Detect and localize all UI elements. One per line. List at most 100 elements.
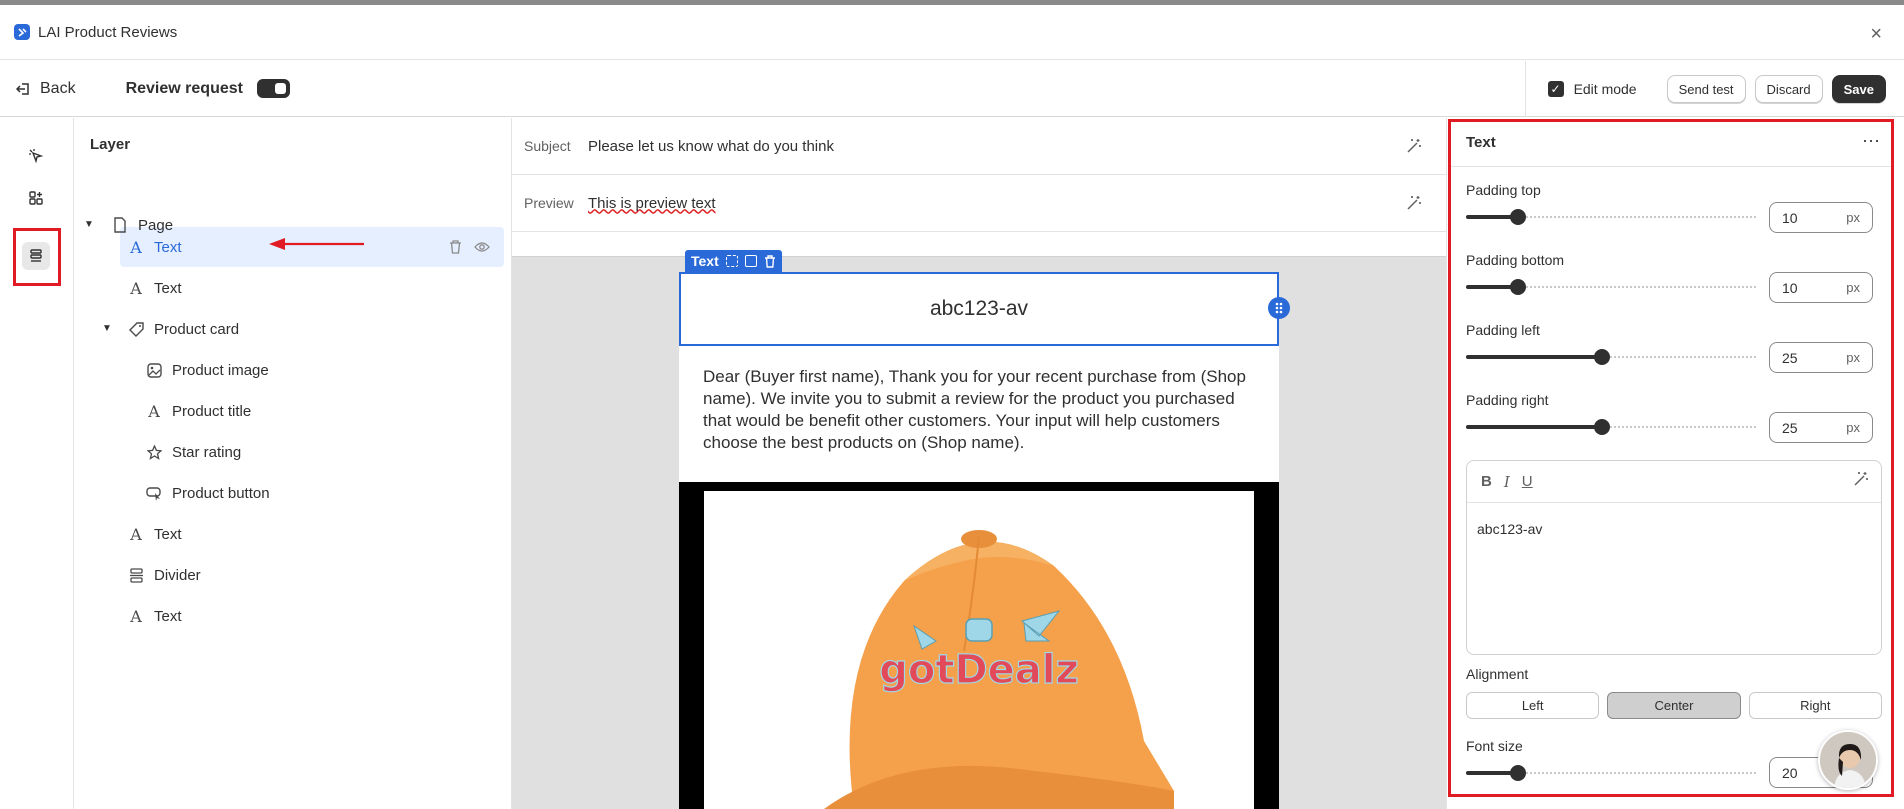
padding-bottom-slider[interactable] — [1466, 279, 1756, 295]
back-label: Back — [40, 79, 76, 97]
send-test-button[interactable]: Send test — [1666, 75, 1746, 103]
magic-wand-icon[interactable] — [1406, 138, 1422, 154]
panel-divider — [1451, 166, 1891, 167]
magic-wand-icon[interactable] — [1853, 471, 1869, 487]
save-button[interactable]: Save — [1831, 75, 1886, 103]
panel-title: Text — [1466, 134, 1496, 151]
font-size-value: 20 — [1782, 764, 1798, 781]
selected-block-label: Text — [691, 253, 719, 269]
back-arrow-icon — [16, 82, 29, 95]
logo-text: gotDealz — [879, 647, 1079, 693]
tag-icon — [126, 321, 146, 337]
padding-bottom-input[interactable]: 10 px — [1769, 272, 1873, 303]
annotation-arrow — [269, 238, 364, 250]
layer-item-text[interactable]: A Text — [126, 596, 182, 636]
font-size-slider[interactable] — [1466, 765, 1756, 781]
slider-thumb[interactable] — [1510, 279, 1526, 295]
slider-thumb[interactable] — [1510, 209, 1526, 225]
subject-input[interactable]: Please let us know what do you think — [588, 138, 834, 155]
editor-toolbar: Back Review request ✓ Edit mode Send tes… — [0, 61, 1904, 117]
close-icon[interactable]: × — [1870, 23, 1882, 46]
eye-icon[interactable] — [474, 241, 490, 253]
selected-text-block[interactable]: abc123-av — [679, 272, 1279, 346]
padding-right-input[interactable]: 25 px — [1769, 412, 1873, 443]
slider-fill — [1466, 355, 1602, 359]
more-options-icon[interactable]: ··· — [1862, 130, 1880, 151]
layer-label: Text — [154, 525, 182, 543]
edit-mode-label: Edit mode — [1573, 81, 1637, 97]
padding-bottom-value: 10 — [1782, 279, 1798, 296]
trash-icon[interactable] — [764, 254, 776, 268]
product-image[interactable]: gotDealz — [704, 491, 1254, 809]
align-right-button[interactable]: Right — [1748, 692, 1882, 719]
layer-item-product-card[interactable]: ▼ Product card — [102, 309, 239, 349]
layers-title: Layer — [90, 136, 131, 153]
trash-icon[interactable] — [449, 240, 462, 254]
layer-item-product-image[interactable]: Product image — [144, 350, 269, 390]
chevron-down-icon[interactable]: ▼ — [84, 219, 94, 230]
slider-thumb[interactable] — [1594, 419, 1610, 435]
preview-input[interactable]: This is preview text — [588, 195, 716, 212]
padding-top-input[interactable]: 10 px — [1769, 202, 1873, 233]
padding-top-label: Padding top — [1466, 182, 1541, 198]
align-left-button[interactable]: Left — [1466, 692, 1600, 719]
padding-left-slider[interactable] — [1466, 349, 1756, 365]
star-icon — [144, 444, 164, 460]
layer-item-product-title[interactable]: A Product title — [144, 391, 251, 431]
underline-icon[interactable]: U — [1522, 473, 1533, 490]
discard-button[interactable]: Discard — [1754, 75, 1823, 103]
rich-text-editor[interactable]: B I U abc123-av — [1466, 460, 1882, 655]
layer-label: Product image — [172, 361, 269, 379]
text-icon: A — [130, 524, 142, 544]
chevron-down-icon[interactable]: ▼ — [102, 323, 112, 334]
magic-wand-icon[interactable] — [1406, 195, 1422, 211]
slider-thumb[interactable] — [1594, 349, 1610, 365]
rte-content[interactable]: abc123-av — [1467, 503, 1881, 555]
email-body-text[interactable]: Dear (Buyer first name), Thank you for y… — [703, 366, 1253, 454]
padding-left-input[interactable]: 25 px — [1769, 342, 1873, 373]
layer-item-text[interactable]: A Text — [126, 514, 182, 554]
left-rail — [0, 118, 74, 809]
review-request-toggle[interactable] — [256, 79, 290, 98]
email-canvas: Subject Please let us know what do you t… — [512, 118, 1446, 809]
duplicate-icon[interactable] — [744, 255, 757, 267]
edit-mode-checkbox[interactable]: ✓ Edit mode — [1524, 61, 1655, 117]
support-chat-avatar[interactable] — [1818, 730, 1878, 790]
expand-icon[interactable] — [725, 255, 738, 267]
layer-label: Text — [154, 607, 182, 625]
preview-label: Preview — [524, 195, 574, 211]
layer-item-product-button[interactable]: Product button — [144, 473, 270, 513]
padding-right-unit: px — [1846, 420, 1860, 435]
padding-right-label: Padding right — [1466, 392, 1549, 408]
drag-handle-icon[interactable] — [1268, 297, 1290, 319]
padding-bottom-unit: px — [1846, 280, 1860, 295]
layer-item-divider[interactable]: Divider — [126, 555, 201, 595]
checkmark-icon: ✓ — [1547, 81, 1564, 97]
italic-icon[interactable]: I — [1504, 473, 1510, 491]
padding-top-unit: px — [1846, 210, 1860, 225]
text-icon: A — [148, 401, 160, 421]
text-icon: A — [130, 606, 142, 626]
layer-label: Star rating — [172, 443, 242, 461]
slider-thumb[interactable] — [1510, 765, 1526, 781]
layer-label: Product button — [172, 484, 270, 502]
padding-left-label: Padding left — [1466, 322, 1540, 338]
divider-icon — [126, 567, 146, 583]
back-button[interactable]: Back — [16, 80, 76, 98]
layer-label: Text — [154, 238, 182, 256]
bold-icon[interactable]: B — [1481, 473, 1492, 490]
button-icon — [144, 486, 164, 501]
text-icon: A — [130, 278, 142, 298]
alignment-label: Alignment — [1466, 666, 1529, 682]
padding-right-value: 25 — [1782, 419, 1798, 436]
rte-toolbar: B I U — [1467, 461, 1881, 503]
align-center-button[interactable]: Center — [1607, 692, 1741, 719]
cursor-select-icon[interactable] — [22, 142, 50, 170]
layer-item-star-rating[interactable]: Star rating — [144, 432, 241, 472]
padding-right-slider[interactable] — [1466, 419, 1756, 435]
padding-top-slider[interactable] — [1466, 209, 1756, 225]
layer-label: Text — [154, 279, 182, 297]
add-block-icon[interactable] — [22, 184, 50, 212]
layer-item-text[interactable]: A Text — [126, 268, 182, 308]
subject-row: Subject Please let us know what do you t… — [512, 118, 1446, 175]
